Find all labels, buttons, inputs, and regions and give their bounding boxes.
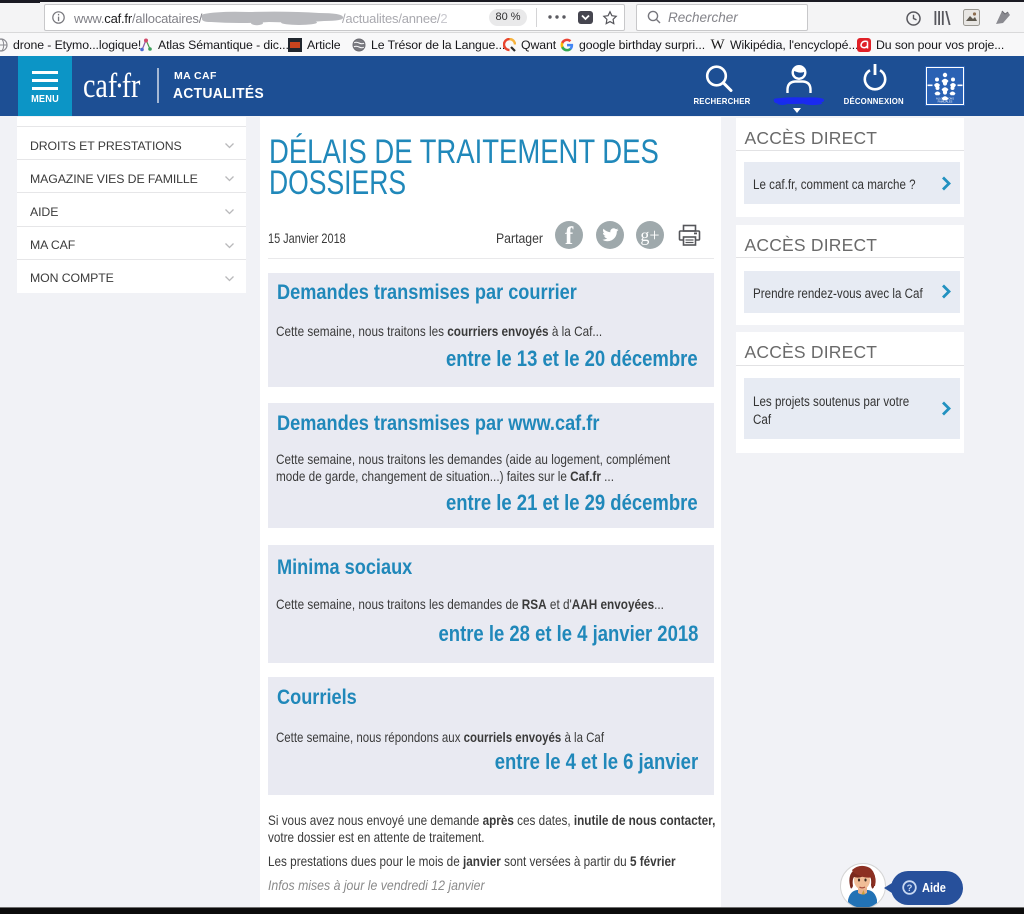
svg-text:?: ? — [907, 883, 913, 894]
svg-text:FAMILIALES: FAMILIALES — [938, 100, 953, 104]
